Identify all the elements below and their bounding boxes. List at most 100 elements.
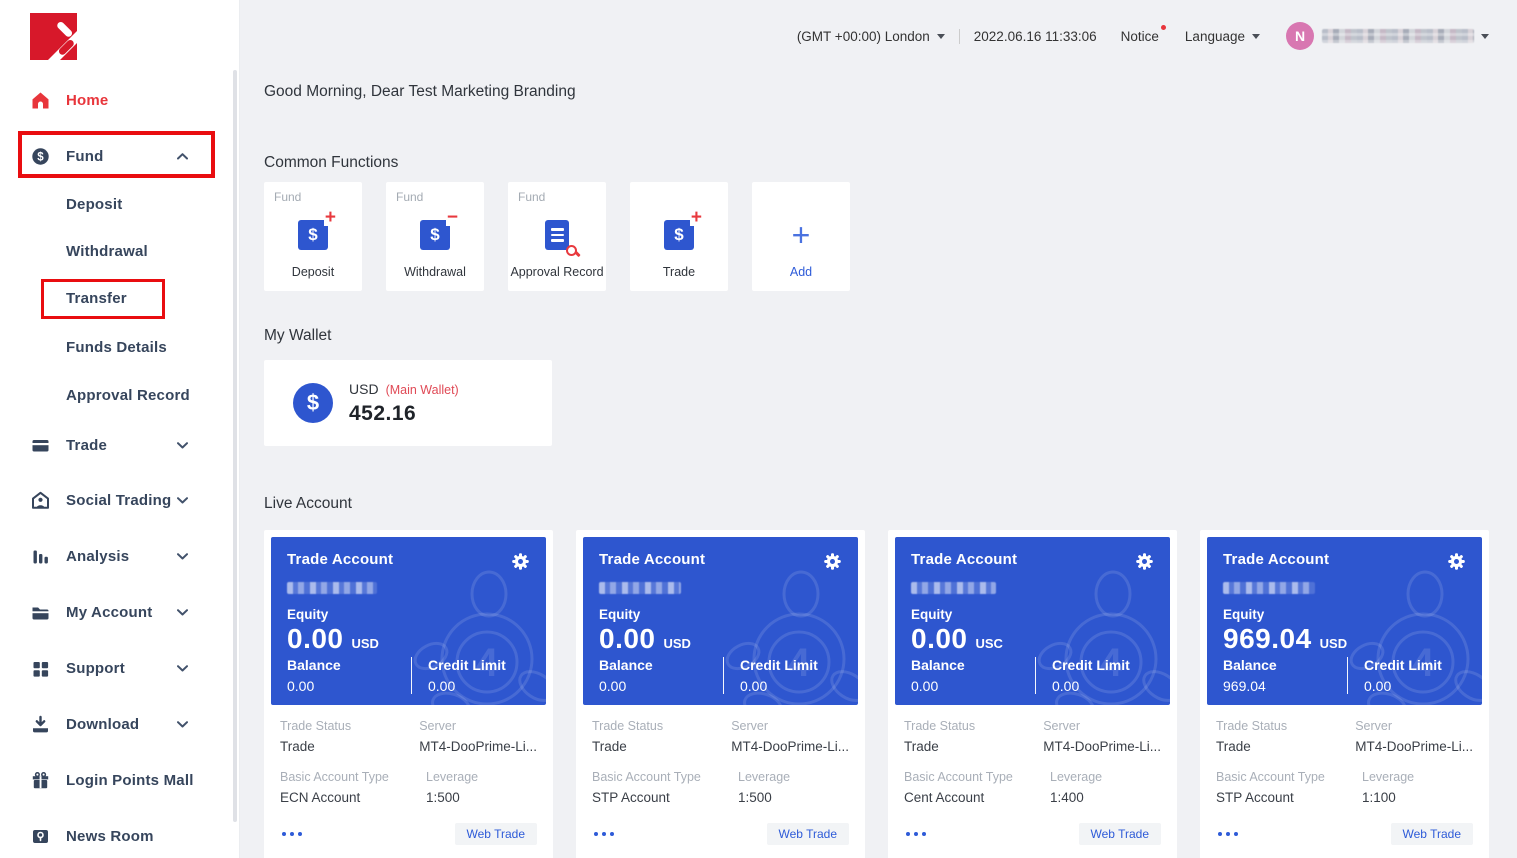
- magnifier-icon: [566, 245, 577, 256]
- username-blurred[interactable]: [1322, 29, 1474, 43]
- trade-account-title: Trade Account: [599, 551, 705, 568]
- web-trade-button[interactable]: Web Trade: [767, 823, 849, 845]
- divider: [411, 657, 412, 694]
- equity-label: Equity: [599, 607, 842, 622]
- server-value: MT4-DooPrime-Li...: [419, 739, 537, 754]
- account-number-blurred: [599, 582, 681, 594]
- trade-status-label: Trade Status: [1216, 719, 1355, 733]
- analysis-icon: [30, 546, 50, 566]
- trade-status-value: Trade: [904, 739, 1043, 754]
- sidebar-item-label: Social Trading: [66, 492, 171, 509]
- equity-value: 0.00: [599, 623, 656, 655]
- equity-value: 0.00: [911, 623, 968, 655]
- equity-value: 0.00: [287, 623, 344, 655]
- server-label: Server: [1355, 719, 1473, 733]
- timezone-selector[interactable]: (GMT +00:00) London: [797, 29, 945, 44]
- more-actions-button[interactable]: [1216, 832, 1238, 836]
- sidebar-item-support[interactable]: Support: [0, 644, 230, 692]
- fund-icon: $: [30, 146, 50, 166]
- sidebar-item-login-points-mall[interactable]: Login Points Mall: [0, 756, 230, 804]
- card-label: Deposit: [292, 265, 334, 279]
- sidebar-item-withdrawal[interactable]: Withdrawal: [0, 227, 230, 275]
- divider: [723, 657, 724, 694]
- more-actions-button[interactable]: [280, 832, 302, 836]
- add-function-card[interactable]: + Add: [752, 182, 850, 291]
- gear-icon[interactable]: [1447, 552, 1466, 576]
- notice-dot-badge: [1161, 25, 1166, 30]
- sidebar-item-funds-details[interactable]: Funds Details: [0, 323, 230, 371]
- sidebar-item-label: Home: [66, 92, 108, 109]
- gear-icon[interactable]: [511, 552, 530, 576]
- gear-icon[interactable]: [823, 552, 842, 576]
- leverage-value: 1:400: [1050, 790, 1102, 805]
- server-value: MT4-DooPrime-Li...: [1355, 739, 1473, 754]
- sidebar-item-news-room[interactable]: News Room: [0, 812, 230, 858]
- trade-status-label: Trade Status: [904, 719, 1043, 733]
- sidebar-item-deposit[interactable]: Deposit: [0, 180, 230, 228]
- web-trade-button[interactable]: Web Trade: [455, 823, 537, 845]
- account-type-value: STP Account: [592, 790, 738, 805]
- equity-currency: USD: [664, 636, 691, 651]
- leverage-value: 1:500: [426, 790, 478, 805]
- credit-limit-value: 0.00: [740, 678, 842, 694]
- credit-limit-label: Credit Limit: [1364, 657, 1466, 673]
- balance-label: Balance: [911, 657, 1035, 673]
- sidebar-item-social-trading[interactable]: Social Trading: [0, 476, 230, 524]
- account-type-label: Basic Account Type: [592, 770, 738, 784]
- dollar-circle-icon: $: [293, 383, 333, 423]
- svg-text:$: $: [37, 151, 44, 163]
- equity-currency: USD: [1320, 636, 1347, 651]
- credit-limit-value: 0.00: [1364, 678, 1466, 694]
- card-label: Add: [790, 265, 812, 279]
- wallet-tag: (Main Wallet): [386, 383, 459, 397]
- more-actions-button[interactable]: [904, 832, 926, 836]
- chevron-down-icon: [177, 497, 188, 504]
- notice-button[interactable]: Notice: [1121, 29, 1159, 44]
- caret-down-icon[interactable]: [1481, 34, 1489, 39]
- approval-record-card[interactable]: Fund Approval Record: [508, 182, 606, 291]
- chevron-down-icon: [177, 442, 188, 449]
- sidebar-item-analysis[interactable]: Analysis: [0, 532, 230, 580]
- trade-card[interactable]: $+ Trade: [630, 182, 728, 291]
- dooprime-logo-icon[interactable]: [30, 13, 77, 60]
- account-type-label: Basic Account Type: [904, 770, 1050, 784]
- web-trade-button[interactable]: Web Trade: [1079, 823, 1161, 845]
- gear-icon[interactable]: [1135, 552, 1154, 576]
- sidebar-item-download[interactable]: Download: [0, 700, 230, 748]
- equity-label: Equity: [287, 607, 530, 622]
- server-label: Server: [419, 719, 537, 733]
- download-icon: [30, 714, 50, 734]
- sidebar-item-transfer[interactable]: Transfer: [0, 274, 230, 322]
- sidebar-scrollbar[interactable]: [233, 70, 237, 822]
- sidebar-item-trade[interactable]: Trade: [0, 421, 230, 469]
- sidebar-item-home[interactable]: Home: [0, 76, 230, 124]
- credit-limit-value: 0.00: [1052, 678, 1154, 694]
- card-tag: Fund: [508, 190, 545, 205]
- common-functions-row: Fund $+ Deposit Fund $− Withdrawal Fund …: [264, 182, 850, 291]
- home-icon: [30, 90, 50, 110]
- avatar[interactable]: N: [1286, 22, 1314, 50]
- sidebar-item-fund[interactable]: $ Fund: [0, 132, 230, 180]
- live-account-row: 4 Trade Account Equity 0.00 USD Balance: [264, 530, 1489, 858]
- deposit-card[interactable]: Fund $+ Deposit: [264, 182, 362, 291]
- sidebar-subitem-label: Deposit: [66, 196, 122, 213]
- chevron-down-icon: [177, 553, 188, 560]
- sidebar-item-my-account[interactable]: My Account: [0, 588, 230, 636]
- sidebar-item-approval-record[interactable]: Approval Record: [0, 371, 230, 419]
- trade-account-card: 4 Trade Account Equity 0.00 USD Balance: [576, 530, 865, 858]
- web-trade-button[interactable]: Web Trade: [1391, 823, 1473, 845]
- balance-label: Balance: [1223, 657, 1347, 673]
- card-tag: [752, 190, 762, 205]
- card-label: Trade: [663, 265, 695, 279]
- topbar-divider: [959, 29, 960, 44]
- trade-money-icon: $+: [664, 220, 694, 250]
- withdrawal-card[interactable]: Fund $− Withdrawal: [386, 182, 484, 291]
- wallet-card[interactable]: $ USD (Main Wallet) 452.16: [264, 360, 552, 446]
- equity-value: 969.04: [1223, 623, 1312, 655]
- language-selector[interactable]: Language: [1185, 29, 1260, 44]
- sidebar-item-label: Analysis: [66, 548, 129, 565]
- more-actions-button[interactable]: [592, 832, 614, 836]
- leverage-label: Leverage: [1362, 770, 1414, 784]
- sidebar-item-label: News Room: [66, 828, 154, 845]
- equity-label: Equity: [911, 607, 1154, 622]
